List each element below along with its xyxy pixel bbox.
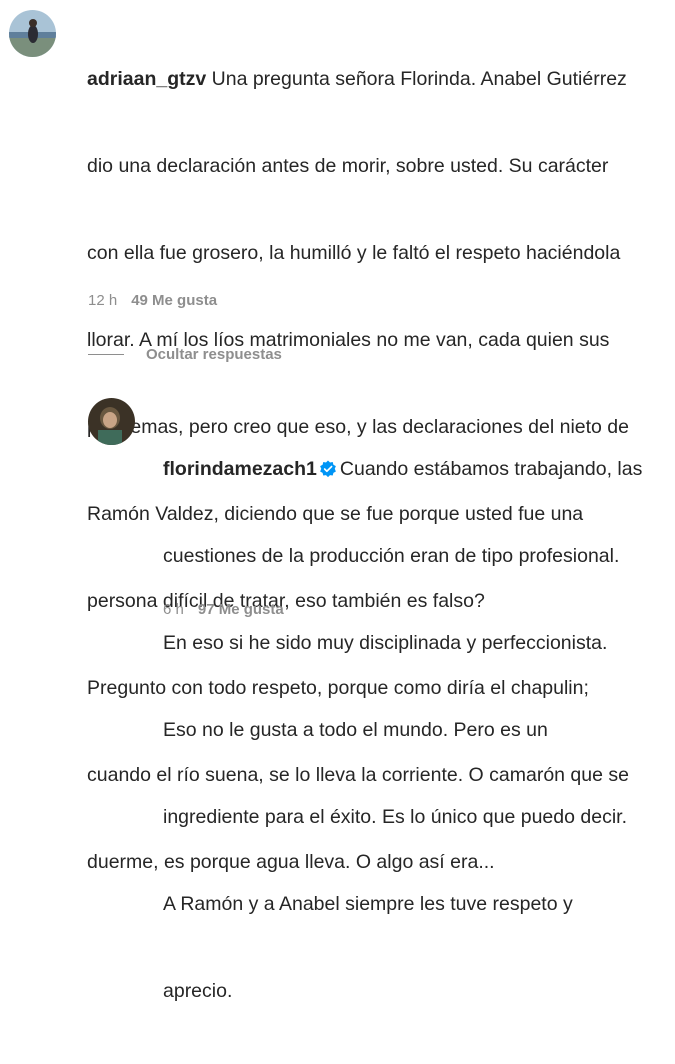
reply-likes[interactable]: 97 Me gusta bbox=[198, 601, 284, 618]
reply-text: Eso no le gusta a todo el mundo. Pero es… bbox=[163, 719, 548, 741]
comment-meta: 12 h 49 Me gusta bbox=[88, 292, 217, 309]
reply-text: aprecio. bbox=[163, 980, 233, 1002]
avatar-photo bbox=[88, 398, 135, 445]
reply-text: cuestiones de la producción eran de tipo… bbox=[163, 545, 620, 567]
reply-meta: 6 h 97 Me gusta bbox=[163, 601, 284, 618]
hide-replies-label: Ocultar respuestas bbox=[146, 346, 282, 363]
comment-text: Una pregunta señora Florinda. Anabel Gut… bbox=[211, 68, 627, 90]
hide-replies-button[interactable]: Ocultar respuestas bbox=[88, 346, 282, 363]
reply-text: En eso si he sido muy disciplinada y per… bbox=[163, 632, 608, 654]
comment-username[interactable]: adriaan_gtzv bbox=[87, 68, 206, 90]
reply-text: A Ramón y a Anabel siempre les tuve resp… bbox=[163, 893, 573, 915]
verified-badge-icon bbox=[320, 460, 336, 478]
reply-username[interactable]: florindamezach1 bbox=[163, 458, 317, 480]
avatar[interactable] bbox=[9, 10, 56, 57]
comment-text: con ella fue grosero, la humilló y le fa… bbox=[87, 242, 621, 264]
reply-text: Cuando estábamos trabajando, las bbox=[339, 458, 643, 480]
comment-time: 12 h bbox=[88, 292, 118, 309]
comment-likes[interactable]: 49 Me gusta bbox=[131, 292, 217, 309]
reply-body: florindamezach1 Cuando estábamos trabajan… bbox=[163, 397, 668, 1064]
reply-text: ingrediente para el éxito. Es lo único q… bbox=[163, 806, 627, 828]
divider-line bbox=[88, 354, 124, 355]
avatar-photo bbox=[9, 10, 56, 57]
comment-text: dio una declaración antes de morir, sobr… bbox=[87, 155, 609, 177]
reply-avatar[interactable] bbox=[88, 398, 135, 445]
reply-time: 6 h bbox=[163, 601, 184, 618]
